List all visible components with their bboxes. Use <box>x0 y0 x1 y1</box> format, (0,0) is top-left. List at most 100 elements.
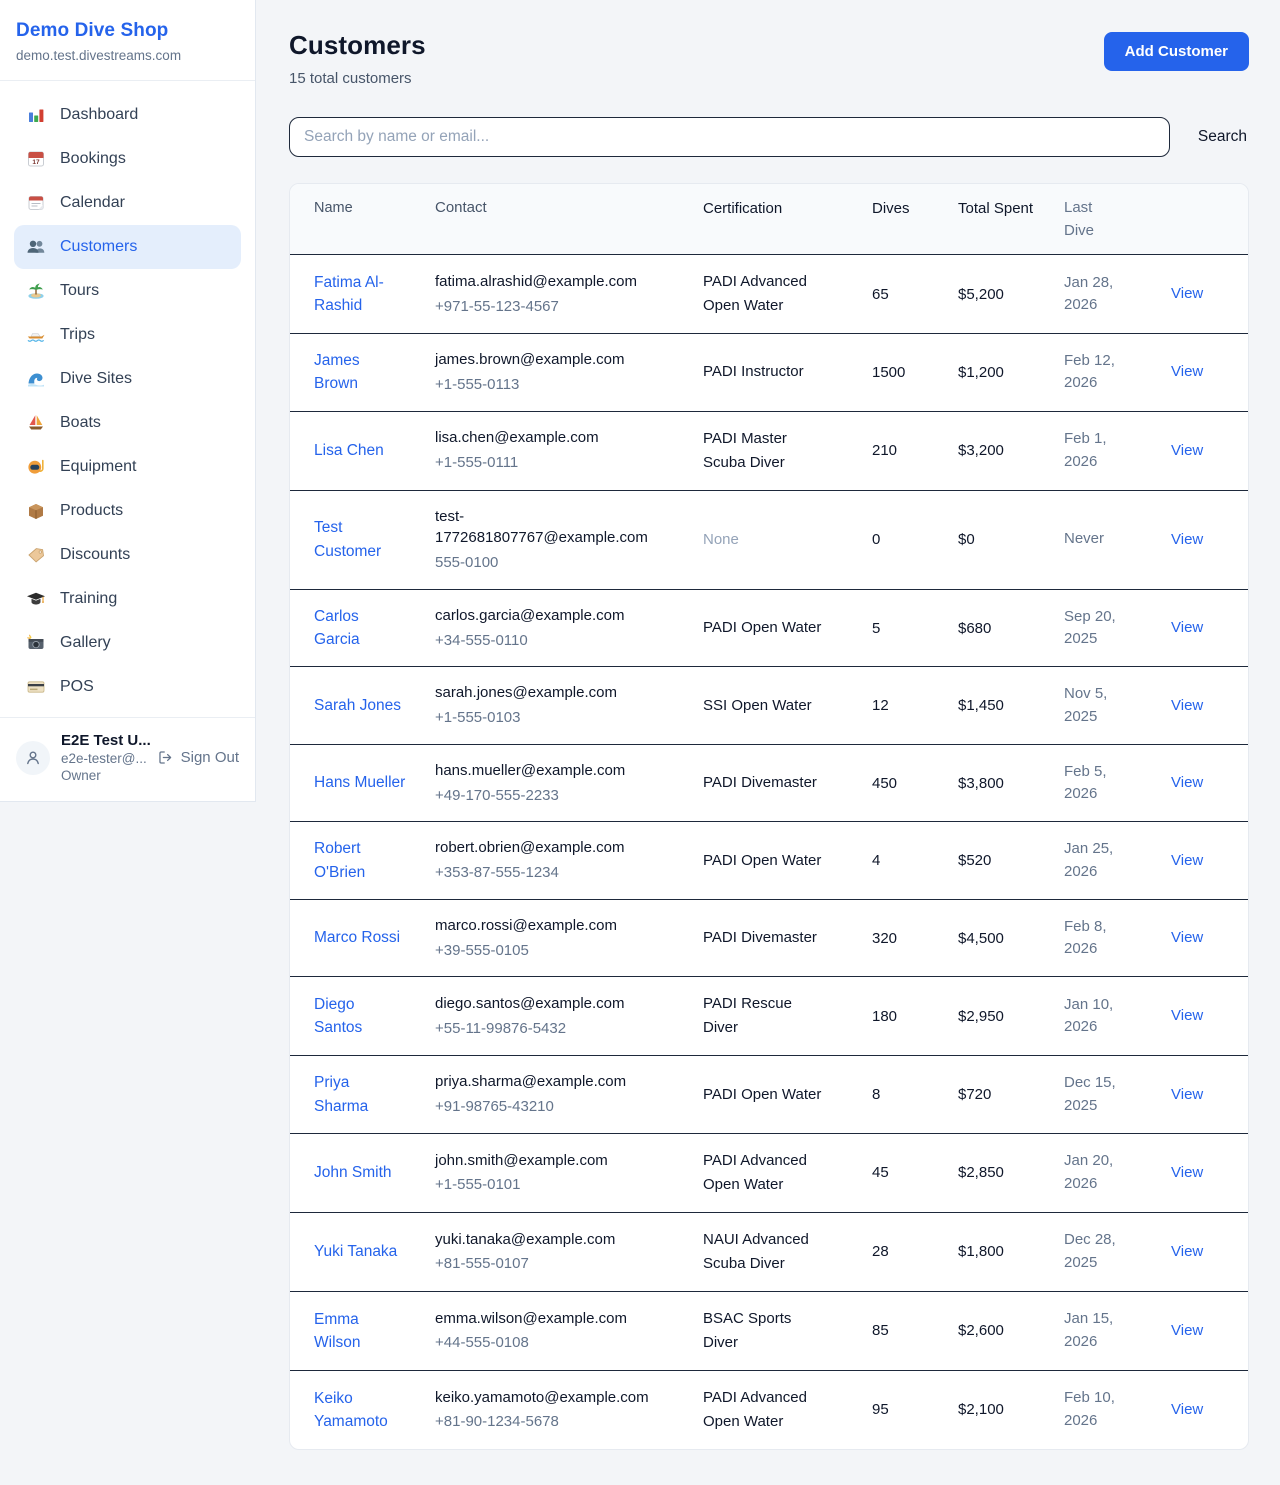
view-customer-link[interactable]: View <box>1171 1164 1203 1181</box>
customer-name-cell: Yuki Tanaka <box>290 1240 435 1263</box>
avatar <box>16 741 50 775</box>
customer-contact-cell: test-1772681807767@example.com555-0100 <box>435 506 703 574</box>
sidebar-item-tours[interactable]: Tours <box>14 269 241 313</box>
sidebar-item-trips[interactable]: Trips <box>14 313 241 357</box>
customer-dives: 4 <box>872 852 958 869</box>
sidebar-item-label: POS <box>60 678 94 696</box>
user-role: Owner <box>61 768 146 783</box>
customer-name-link[interactable]: Priya Sharma <box>314 1074 368 1114</box>
customer-last-dive: Sep 20, 2025 <box>1064 606 1171 651</box>
view-customer-link[interactable]: View <box>1171 774 1203 791</box>
search-input[interactable] <box>289 117 1170 157</box>
customer-name-link[interactable]: Marco Rossi <box>314 929 400 946</box>
customer-total-spent: $0 <box>958 531 1064 548</box>
sidebar-item-calendar[interactable]: Calendar <box>14 181 241 225</box>
view-customer-link[interactable]: View <box>1171 531 1203 548</box>
column-header-certification: Certification <box>703 197 872 221</box>
sidebar-item-gallery[interactable]: Gallery <box>14 621 241 665</box>
view-customer-link[interactable]: View <box>1171 1007 1203 1024</box>
customer-name-link[interactable]: Carlos Garcia <box>314 608 360 648</box>
customer-name-link[interactable]: Robert O'Brien <box>314 840 365 880</box>
sidebar-item-equipment[interactable]: Equipment <box>14 445 241 489</box>
sidebar-header: Demo Dive Shop demo.test.divestreams.com <box>0 0 255 81</box>
customer-last-dive: Feb 12, 2026 <box>1064 350 1171 395</box>
view-customer-link[interactable]: View <box>1171 852 1203 869</box>
sidebar-item-training[interactable]: Training <box>14 577 241 621</box>
view-customer-link[interactable]: View <box>1171 1086 1203 1103</box>
view-customer-link[interactable]: View <box>1171 1401 1203 1418</box>
view-customer-link[interactable]: View <box>1171 697 1203 714</box>
customer-total-spent: $1,450 <box>958 697 1064 714</box>
sidebar-item-products[interactable]: Products <box>14 489 241 533</box>
view-customer-link[interactable]: View <box>1171 929 1203 946</box>
sidebar-item-boats[interactable]: Boats <box>14 401 241 445</box>
customer-contact-cell: fatima.alrashid@example.com+971-55-123-4… <box>435 271 703 318</box>
customer-certification: PADI Divemaster <box>703 926 872 950</box>
customer-name-link[interactable]: John Smith <box>314 1164 392 1181</box>
customer-last-dive: Jan 10, 2026 <box>1064 994 1171 1039</box>
view-cell: View <box>1171 1007 1248 1025</box>
customer-phone: +49-170-555-2233 <box>435 785 657 807</box>
shop-subdomain: demo.test.divestreams.com <box>16 48 239 63</box>
customer-name-link[interactable]: James Brown <box>314 352 360 392</box>
customer-name-link[interactable]: Keiko Yamamoto <box>314 1390 388 1430</box>
sidebar-item-dashboard[interactable]: Dashboard <box>14 93 241 137</box>
view-cell: View <box>1171 1086 1248 1104</box>
table-row: Sarah Jonessarah.jones@example.com+1-555… <box>290 667 1248 745</box>
table-row: Yuki Tanakayuki.tanaka@example.com+81-55… <box>290 1213 1248 1292</box>
customer-name-link[interactable]: Test Customer <box>314 519 381 559</box>
sign-out-label: Sign Out <box>181 749 239 766</box>
customer-name-link[interactable]: Sarah Jones <box>314 697 401 714</box>
customer-last-dive: Feb 5, 2026 <box>1064 761 1171 806</box>
sign-out-button[interactable]: Sign Out <box>157 749 239 766</box>
view-customer-link[interactable]: View <box>1171 363 1203 380</box>
customer-name-link[interactable]: Fatima Al-Rashid <box>314 274 384 314</box>
view-customer-link[interactable]: View <box>1171 1243 1203 1260</box>
customer-email: sarah.jones@example.com <box>435 682 657 704</box>
table-body: Fatima Al-Rashid fatima.alrashid@example.… <box>290 255 1248 1449</box>
calendar-date-icon: 17 <box>26 149 46 169</box>
package-icon <box>26 501 46 521</box>
customer-name-link[interactable]: Diego Santos <box>314 996 362 1036</box>
table-row: Robert O'Brienrobert.obrien@example.com+… <box>290 822 1248 900</box>
customer-dives: 1500 <box>872 364 958 381</box>
sidebar-item-bookings[interactable]: 17Bookings <box>14 137 241 181</box>
customers-table-card: Name Contact Certification Dives Total S… <box>289 183 1249 1450</box>
customer-total-spent: $720 <box>958 1086 1064 1103</box>
sidebar-item-dive-sites[interactable]: Dive Sites <box>14 357 241 401</box>
column-header-last-dive: Last Dive <box>1064 197 1171 242</box>
customer-total-spent: $680 <box>958 620 1064 637</box>
add-customer-button[interactable]: Add Customer <box>1104 32 1249 71</box>
customer-name-link[interactable]: Hans Mueller <box>314 774 405 791</box>
view-customer-link[interactable]: View <box>1171 1322 1203 1339</box>
view-customer-link[interactable]: View <box>1171 442 1203 459</box>
customer-certification: PADI Instructor <box>703 360 872 384</box>
customer-name-link[interactable]: Yuki Tanaka <box>314 1243 397 1260</box>
customer-last-dive: Dec 15, 2025 <box>1064 1072 1171 1117</box>
view-cell: View <box>1171 363 1248 381</box>
customer-name-link[interactable]: Lisa Chen <box>314 442 384 459</box>
customer-dives: 8 <box>872 1086 958 1103</box>
customer-dives: 210 <box>872 442 958 459</box>
user-name: E2E Test U... <box>61 732 146 749</box>
view-customer-link[interactable]: View <box>1171 619 1203 636</box>
bar-chart-icon <box>26 105 46 125</box>
customer-phone: +81-90-1234-5678 <box>435 1411 657 1433</box>
sidebar-item-pos[interactable]: POS <box>14 665 241 709</box>
user-email: e2e-tester@... <box>61 751 146 766</box>
search-button[interactable]: Search <box>1196 122 1249 152</box>
sidebar-item-customers[interactable]: Customers <box>14 225 241 269</box>
sidebar-item-discounts[interactable]: Discounts <box>14 533 241 577</box>
customer-count: 15 total customers <box>289 70 426 87</box>
customer-total-spent: $2,600 <box>958 1322 1064 1339</box>
view-customer-link[interactable]: View <box>1171 285 1203 302</box>
customer-certification: PADI Advanced Open Water <box>703 1149 872 1197</box>
tag-icon <box>26 545 46 565</box>
view-cell: View <box>1171 531 1248 549</box>
customer-name-link[interactable]: Emma Wilson <box>314 1311 361 1351</box>
table-row: James Brownjames.brown@example.com+1-555… <box>290 334 1248 412</box>
customer-email: lisa.chen@example.com <box>435 427 657 449</box>
customer-last-dive: Never <box>1064 528 1171 551</box>
people-icon <box>26 237 46 257</box>
view-cell: View <box>1171 774 1248 792</box>
